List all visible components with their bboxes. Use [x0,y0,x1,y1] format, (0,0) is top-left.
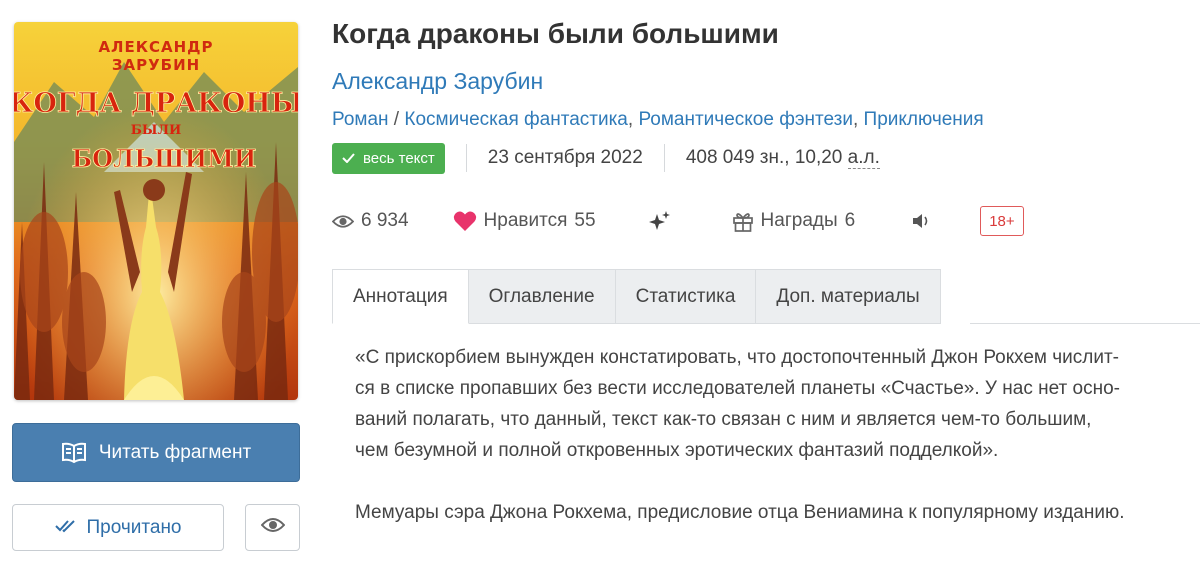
annotation-line: ваний полагать, что данный, текст как-то… [355,409,1092,430]
genre-link-primary[interactable]: Роман [332,109,389,130]
open-book-icon [61,442,87,464]
speaker-icon [911,212,931,230]
likes-count: 55 [574,210,596,231]
annotation-paragraph: «С прискорбием вынужден констатировать, … [355,342,1185,466]
genre-link[interactable]: Романтическое фэнтези [638,109,853,130]
views-stat: 6 934 [332,210,409,232]
eye-icon [260,517,285,538]
read-fragment-label: Читать фрагмент [98,441,252,463]
meta-row: весь текст 23 сентября 2022 408 049 зн.,… [332,142,880,174]
heart-icon [453,210,477,232]
divider [663,144,665,172]
annotation-paragraph: Мемуары сэра Джона Рокхема, предисловие … [355,502,1125,523]
book-title: Когда драконы были большими [332,18,779,49]
book-cover[interactable]: АЛЕКСАНДР ЗАРУБИН КОГДА ДРАКОНЫ БЫЛИ БОЛ… [14,22,298,400]
divider [465,144,467,172]
read-fragment-button[interactable]: Читать фрагмент [12,423,300,482]
check-icon [342,150,355,167]
sparkle-button[interactable] [648,210,672,232]
awards-label: Награды [760,210,838,231]
eye-icon [332,214,354,229]
age-rating-badge: 18+ [980,206,1024,236]
tab-statistics[interactable]: Статистика [615,269,757,324]
svg-text:БОЛЬШИМИ: БОЛЬШИМИ [72,144,257,173]
svg-text:КОГДА ДРАКОНЫ: КОГДА ДРАКОНЫ [14,88,298,119]
tab-underline [970,323,1200,324]
tab-bar: Аннотация Оглавление Статистика Доп. мат… [332,269,941,324]
size-unit: а.л. [847,147,880,169]
audio-button[interactable] [911,212,931,230]
views-count: 6 934 [361,210,409,231]
annotation-line: ся в списке пропавших без вести исследов… [355,378,1120,399]
tab-contents[interactable]: Оглавление [468,269,616,324]
svg-text:АЛЕКСАНДР: АЛЕКСАНДР [98,38,213,56]
full-text-badge: весь текст [332,142,445,174]
tab-extra-materials[interactable]: Доп. материалы [756,269,941,324]
like-button[interactable]: Нравится 55 [453,210,596,232]
stats-row: 6 934 Нравится 55 Награды 6 18+ [332,204,1024,238]
size-text: 408 049 зн., 10,20 [685,147,848,168]
svg-text:БЫЛИ: БЫЛИ [131,123,182,138]
annotation-line: чем безумной и полной откровенных эротич… [355,440,999,461]
publish-date: 23 сентября 2022 [487,147,643,168]
double-check-icon [54,517,77,539]
mark-read-label: Прочитано [86,516,182,538]
genre-list: Роман / Космическая фантастика, Романтич… [332,109,984,130]
awards-button[interactable]: Награды 6 [732,210,856,232]
author-link[interactable]: Александр Зарубин [332,68,543,95]
annotation-line: «С прискорбием вынужден констатировать, … [355,347,1119,368]
genre-link[interactable]: Приключения [864,109,984,130]
awards-count: 6 [844,210,856,231]
annotation-text: «С прискорбием вынужден констатировать, … [355,342,1185,528]
watch-button[interactable] [245,504,300,551]
svg-text:ЗАРУБИН: ЗАРУБИН [112,56,200,74]
tab-annotation[interactable]: Аннотация [332,269,469,324]
full-text-label: весь текст [363,149,435,167]
likes-label: Нравится [483,210,568,231]
mark-read-button[interactable]: Прочитано [12,504,224,551]
genre-separator: / [388,109,405,130]
genre-link[interactable]: Космическая фантастика [404,109,628,130]
gift-icon [732,210,754,232]
book-size: 408 049 зн., 10,20 а.л. [686,147,880,169]
sparkles-icon [648,210,672,232]
cover-illustration: АЛЕКСАНДР ЗАРУБИН КОГДА ДРАКОНЫ БЫЛИ БОЛ… [14,22,298,400]
